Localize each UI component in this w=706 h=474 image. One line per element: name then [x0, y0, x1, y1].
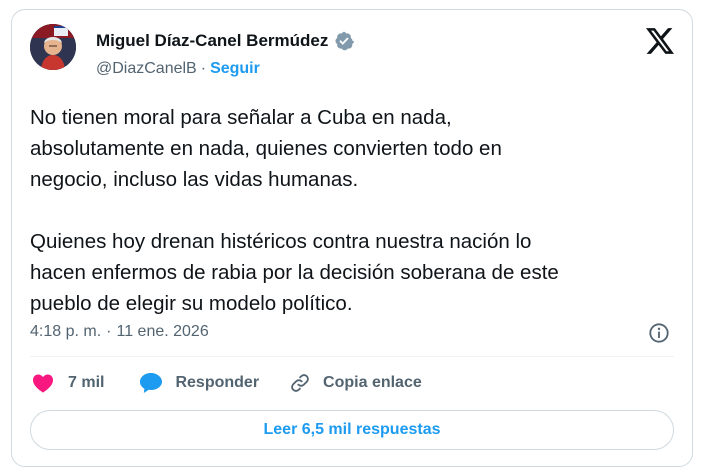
tweet-text: No tienen moral para señalar a Cuba en n…: [30, 102, 680, 319]
avatar[interactable]: [30, 24, 76, 70]
read-replies-label: Leer 6,5 mil respuestas: [263, 421, 441, 438]
like-count: 7 mil: [68, 374, 105, 391]
x-logo-icon[interactable]: [646, 28, 674, 54]
tweet-date[interactable]: 11 ene. 2026: [116, 323, 208, 341]
tweet-line: negocio, incluso las vidas humanas.: [30, 168, 359, 191]
tweet-line: hacen enfermos de rabia por la decisión …: [30, 261, 559, 284]
timestamp-separator: ·: [106, 323, 112, 340]
read-replies-button[interactable]: Leer 6,5 mil respuestas: [30, 410, 674, 450]
author-handle-row: @DiazCanelB · Seguir: [96, 60, 260, 78]
tweet-line: absolutamente en nada, quienes convierte…: [30, 137, 502, 160]
action-bar: 7 mil Responder Copia enlace: [32, 372, 422, 394]
heart-icon: [33, 374, 53, 393]
info-icon[interactable]: [648, 322, 670, 344]
author-name-row: Miguel Díaz-Canel Bermúdez: [96, 31, 355, 51]
tweet-paragraph: No tienen moral para señalar a Cuba en n…: [30, 102, 680, 195]
like-button[interactable]: 7 mil: [32, 373, 104, 393]
verified-badge-icon: [335, 31, 355, 51]
divider: [30, 356, 674, 357]
tweet-line: Quienes hoy drenan histéricos contra nue…: [30, 230, 532, 253]
tweet-line: pueblo de elegir su modelo político.: [30, 292, 353, 315]
copy-link-button[interactable]: Copia enlace: [289, 372, 422, 394]
tweet-line: No tienen moral para señalar a Cuba en n…: [30, 106, 452, 129]
author-handle[interactable]: @DiazCanelB: [96, 60, 197, 78]
reply-label: Responder: [175, 374, 260, 391]
tweet-embed-card: Miguel Díaz-Canel Bermúdez @DiazCanelB ·…: [11, 9, 693, 467]
avatar-photo: [30, 24, 76, 70]
tweet-timestamp: 4:18 p. m. · 11 ene. 2026: [30, 323, 209, 341]
author-display-name[interactable]: Miguel Díaz-Canel Bermúdez: [96, 31, 328, 51]
handle-separator: ·: [200, 60, 207, 77]
reply-button[interactable]: Responder: [139, 372, 259, 394]
speech-bubble-icon: [140, 373, 163, 393]
link-icon: [291, 374, 309, 392]
follow-button[interactable]: Seguir: [210, 60, 260, 78]
copy-link-label: Copia enlace: [323, 374, 422, 391]
tweet-paragraph: Quienes hoy drenan histéricos contra nue…: [30, 226, 680, 319]
tweet-time[interactable]: 4:18 p. m.: [30, 323, 101, 341]
